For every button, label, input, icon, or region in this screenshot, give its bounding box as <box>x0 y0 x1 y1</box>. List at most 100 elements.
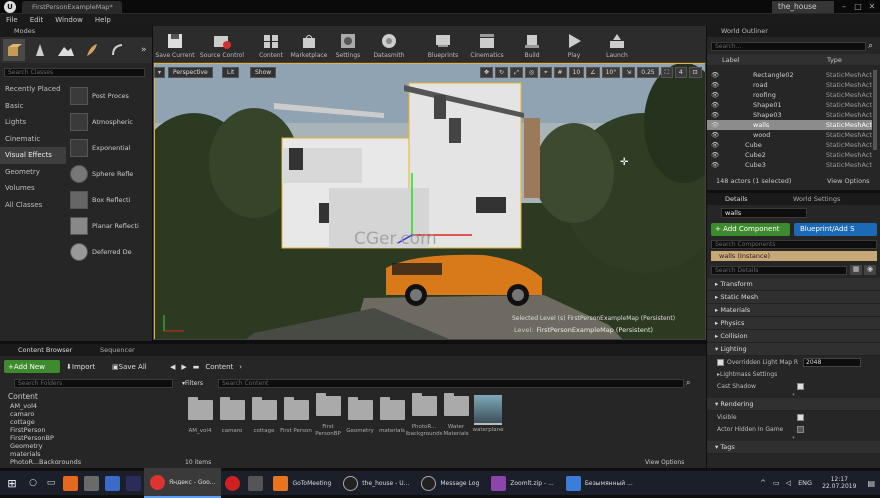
asset-tile[interactable]: camaro <box>216 396 248 435</box>
search-components-input[interactable]: Search Components <box>711 240 877 249</box>
list-item[interactable]: Box Reflecti <box>66 187 152 213</box>
asset-tile[interactable]: First Person <box>280 396 312 435</box>
list-item[interactable]: Deferred De <box>66 239 152 265</box>
source-control-button[interactable]: Source Control <box>199 27 245 61</box>
cast-shadow-checkbox[interactable] <box>797 382 804 390</box>
table-row[interactable]: 👁 Rectangle02 StaticMeshAct <box>707 70 872 80</box>
viewport-options-dropdown[interactable]: ▾ <box>154 67 165 78</box>
table-row-selected[interactable]: 👁 walls StaticMeshAct <box>707 120 872 130</box>
taskbar-item[interactable]: the_house - U... <box>337 468 415 498</box>
list-item[interactable]: Sphere Refle <box>66 161 152 187</box>
override-checkbox[interactable] <box>717 358 724 366</box>
add-new-button[interactable]: + Add New <box>4 360 60 373</box>
instance-row[interactable]: walls (Instance) <box>711 251 877 261</box>
eye-icon[interactable]: 👁 <box>711 71 719 79</box>
eye-icon[interactable]: 👁 <box>711 131 719 139</box>
blueprints-button[interactable]: Blueprints <box>423 27 463 61</box>
category-cinematic[interactable]: Cinematic <box>0 131 66 148</box>
hidden-in-game-checkbox[interactable] <box>797 425 804 433</box>
notifications-icon[interactable]: ▤ <box>862 479 880 488</box>
tree-item[interactable]: AM_vol4 <box>0 402 175 410</box>
rotation-snap-icon[interactable]: ∠ <box>586 67 600 78</box>
table-row[interactable]: 👁 Cube StaticMeshAct <box>707 140 872 150</box>
eye-icon[interactable]: 👁 <box>711 111 719 119</box>
photoshop-icon[interactable] <box>126 475 141 491</box>
tree-item[interactable]: FirstPerson <box>0 426 175 434</box>
grid-size-value[interactable]: 10 <box>568 67 585 78</box>
asset-tile[interactable]: cottage <box>248 396 280 435</box>
category-geometry[interactable]: Geometry <box>0 164 66 181</box>
tree-item[interactable]: FirstPersonBP <box>0 434 175 442</box>
windows-start-icon[interactable]: ⊞ <box>0 471 24 495</box>
surface-snap-icon[interactable]: ⌖ <box>540 67 552 78</box>
content-view-options[interactable]: View Options <box>645 459 684 466</box>
opera-icon[interactable] <box>225 475 241 491</box>
datasmith-button[interactable]: Datasmith <box>369 27 409 61</box>
outliner-search-input[interactable]: Search... <box>711 42 866 51</box>
marketplace-button[interactable]: Marketplace <box>289 27 329 61</box>
asset-tile[interactable]: Water Materials <box>440 393 472 438</box>
eye-icon[interactable]: 👁 <box>711 121 719 129</box>
details-tab[interactable]: Details <box>725 195 785 203</box>
import-button[interactable]: ⬇ Import <box>66 360 95 373</box>
eye-icon[interactable]: 👁 <box>711 91 719 99</box>
app-icon[interactable] <box>248 475 264 491</box>
lit-button[interactable]: Lit <box>222 67 240 78</box>
show-button[interactable]: Show <box>250 67 277 78</box>
section-tags[interactable]: ▾ Tags <box>707 441 880 454</box>
tree-root-content[interactable]: Content <box>0 392 175 402</box>
forward-icon[interactable]: ▶ <box>181 363 186 371</box>
asset-tile[interactable]: First PersonBP <box>312 393 344 438</box>
list-item[interactable]: Atmospheric <box>66 109 152 135</box>
table-row[interactable]: 👁 Cube3 StaticMeshAct <box>707 160 872 170</box>
world-local-icon[interactable]: ◎ <box>524 67 539 78</box>
list-item[interactable]: Planar Reflecti <box>66 213 152 239</box>
world-outliner-tab[interactable]: World Outliner <box>707 26 880 37</box>
add-component-button[interactable]: + Add Component <box>711 223 790 236</box>
visible-checkbox[interactable] <box>797 413 804 421</box>
maximize-viewport-icon[interactable]: ⊡ <box>688 67 702 78</box>
grid-view-icon[interactable]: ▦ <box>850 265 862 275</box>
lightmass-row[interactable]: ▸ Lightmass Settings <box>707 368 880 380</box>
category-visual-effects[interactable]: Visual Effects <box>0 147 66 164</box>
category-basic[interactable]: Basic <box>0 98 66 115</box>
grid-snap-icon[interactable]: # <box>553 67 567 78</box>
blueprint-button[interactable]: Blueprint/Add S <box>794 223 877 236</box>
scale-snap-value[interactable]: 0.25 <box>637 67 659 78</box>
language-indicator[interactable]: ENG <box>794 479 816 487</box>
volume-icon[interactable]: ◁ <box>783 479 794 487</box>
asset-tile[interactable]: waterplane <box>472 394 504 434</box>
outliner-view-options[interactable]: View Options <box>827 177 870 185</box>
search-icon[interactable]: ⌕ <box>868 41 873 51</box>
scale-snap-icon[interactable]: ⇲ <box>622 67 636 78</box>
tree-item[interactable]: materials <box>0 450 175 458</box>
place-mode-icon[interactable] <box>3 39 25 61</box>
eye-icon[interactable]: 👁 <box>711 141 719 149</box>
eye-icon[interactable]: 👁 <box>711 151 719 159</box>
tree-item[interactable]: cottage <box>0 418 175 426</box>
section-physics[interactable]: ▸ Physics <box>707 317 880 330</box>
section-lighting[interactable]: ▾ Lighting <box>707 343 880 356</box>
search-icon[interactable]: ○ <box>24 478 42 488</box>
category-recently-placed[interactable]: Recently Placed <box>0 81 66 98</box>
sequencer-tab[interactable]: Sequencer <box>100 346 135 354</box>
search-details-input[interactable]: Search Details <box>711 266 847 275</box>
clock[interactable]: 12:17 22.07.2019 <box>816 476 862 490</box>
taskbar-item[interactable]: Безымянный ... <box>560 468 639 498</box>
table-row[interactable]: 👁 road StaticMeshAct <box>707 80 872 90</box>
type-column-header[interactable]: Type <box>827 56 842 64</box>
world-settings-tab[interactable]: World Settings <box>793 195 840 203</box>
search-icon[interactable]: ⌕ <box>686 378 690 388</box>
camera-speed-value[interactable]: 4 <box>674 67 687 78</box>
save-current-button[interactable]: Save Current <box>155 27 195 61</box>
asset-tile[interactable]: Geometry <box>344 396 376 435</box>
rotation-snap-value[interactable]: 10° <box>601 67 621 78</box>
taskbar-item[interactable]: GoToMeeting <box>267 468 337 498</box>
menu-window[interactable]: Window <box>49 14 89 26</box>
table-row[interactable]: 👁 Shape03 StaticMeshAct <box>707 110 872 120</box>
menu-file[interactable]: File <box>0 14 24 26</box>
section-static-mesh[interactable]: ▸ Static Mesh <box>707 291 880 304</box>
section-transform[interactable]: ▸ Transform <box>707 278 880 291</box>
table-row[interactable]: 👁 Shape01 StaticMeshAct <box>707 100 872 110</box>
section-materials[interactable]: ▸ Materials <box>707 304 880 317</box>
